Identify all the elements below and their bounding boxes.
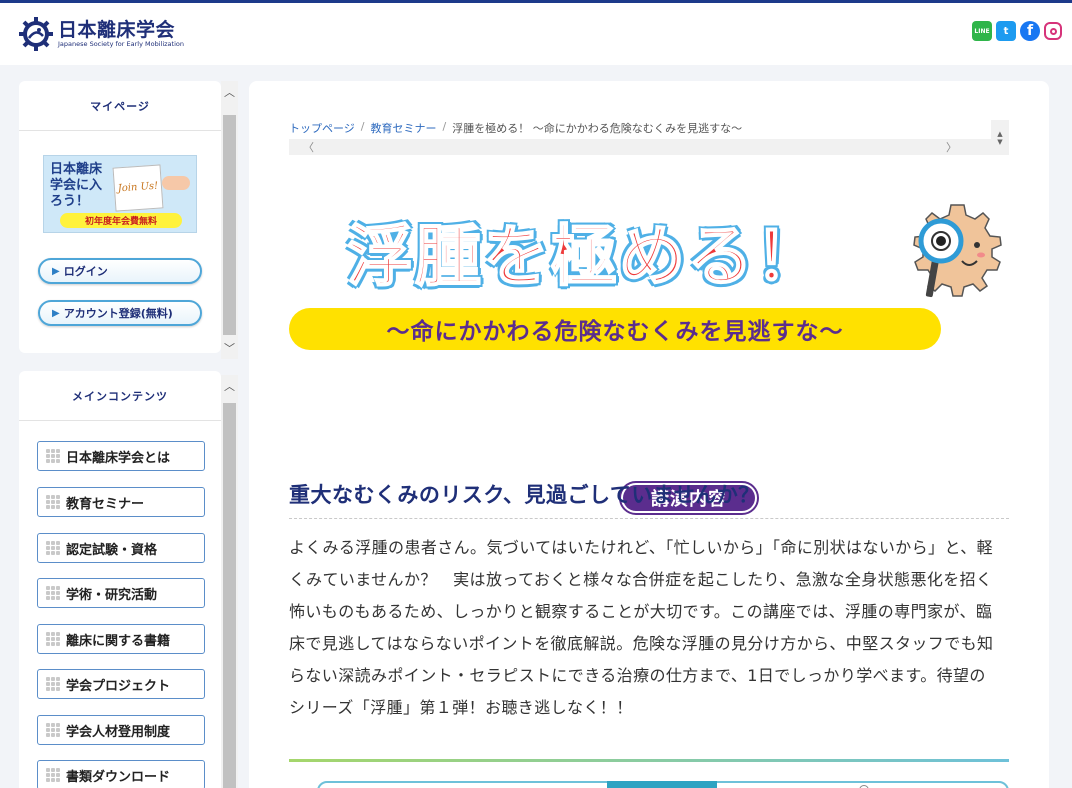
nav-item-certification[interactable]: 認定試験・資格 <box>37 533 205 563</box>
section-divider <box>289 759 1009 762</box>
breadcrumb-horizontal-scrollbar[interactable]: 〈 〉 <box>289 139 991 155</box>
nav-item-research[interactable]: 学術・研究活動 <box>37 578 205 608</box>
grid-dots-icon <box>46 768 60 782</box>
mypage-panel: マイページ 日本離床学会に入ろう！ Join Us! 初年度年会費無料 ▶ ログ… <box>19 81 221 353</box>
scroll-up-icon[interactable]: ︿ <box>221 375 238 397</box>
register-button-label: アカウント登録(無料) <box>63 307 173 320</box>
nav-item-about[interactable]: 日本離床学会とは <box>37 441 205 471</box>
nav-item-downloads[interactable]: 書類ダウンロード <box>37 760 205 788</box>
register-button[interactable]: ▶ アカウント登録(無料) <box>38 300 202 326</box>
nav-item-books[interactable]: 離床に関する書籍 <box>37 624 205 654</box>
site-header: 日本離床学会 Japanese Society for Early Mobili… <box>0 3 1072 65</box>
seminar-description: よくみる浮腫の患者さん。気づいてはいたけれど、「忙しいから」「命に別状はないから… <box>289 538 994 717</box>
main-contents-panel: メインコンテンツ 日本離床学会とは 教育セミナー 認定試験・資格 学術・研究活動… <box>19 371 221 788</box>
twitter-icon[interactable]: t <box>996 21 1016 41</box>
join-free-label: 初年度年会費無料 <box>60 213 182 228</box>
gear-character-magnifier-icon <box>913 204 1002 298</box>
line-icon[interactable]: LINE <box>972 21 992 41</box>
login-button-label: ログイン <box>63 265 108 278</box>
scroll-down-icon[interactable]: ▼ <box>997 138 1002 146</box>
grid-dots-icon <box>46 723 60 737</box>
hero-subtitle: ～命にかかわる危険なむくみを見逃すな～ <box>289 308 941 350</box>
nav-item-label: 離床に関する書籍 <box>66 633 171 649</box>
breadcrumb-vertical-scrollbar[interactable]: ▲ ▼ <box>991 120 1009 155</box>
scroll-up-icon[interactable]: ▲ <box>997 130 1002 138</box>
hero-title: 浮腫を極める！ <box>346 217 823 296</box>
nav-item-seminar[interactable]: 教育セミナー <box>37 487 205 517</box>
grid-dots-icon <box>46 541 60 555</box>
main-contents-scrollbar[interactable]: ︿ <box>221 375 238 788</box>
nav-item-projects[interactable]: 学会プロジェクト <box>37 669 205 699</box>
main-contents-scroll-thumb[interactable] <box>223 403 236 788</box>
gear-logo-icon <box>19 17 53 51</box>
logo-japanese-text: 日本離床学会 <box>58 18 176 41</box>
scroll-up-icon[interactable]: ︿ <box>221 81 238 103</box>
triangle-right-icon: ▶ <box>52 265 60 277</box>
grid-dots-icon <box>46 677 60 691</box>
instagram-icon[interactable] <box>1044 22 1062 40</box>
scroll-down-icon[interactable]: ﹀ <box>221 337 238 359</box>
grid-dots-icon <box>46 495 60 509</box>
mypage-scrollbar[interactable]: ︿ ﹀ <box>221 81 238 359</box>
nav-item-label: 書類ダウンロード <box>66 769 171 785</box>
logo-english-text: Japanese Society for Early Mobilization <box>58 39 184 48</box>
program-tab <box>607 781 717 788</box>
grid-dots-icon <box>46 632 60 646</box>
seminar-hero-banner: 浮腫を極める！ ～命にかかわる危険なむくみを見逃すな～ 講演内容 <box>289 191 1009 515</box>
mypage-title: マイページ <box>19 81 221 131</box>
login-button[interactable]: ▶ ログイン <box>38 258 202 284</box>
nav-item-label: 教育セミナー <box>66 496 145 512</box>
nav-item-label: 日本離床学会とは <box>66 450 171 466</box>
facebook-icon[interactable]: f <box>1020 21 1040 41</box>
site-logo[interactable]: 日本離床学会 Japanese Society for Early Mobili… <box>18 16 184 52</box>
grid-dots-icon <box>46 449 60 463</box>
nav-item-label: 学会プロジェクト <box>66 678 171 694</box>
main-content: トップページ / 教育セミナー / 浮腫を極める！ ～命にかかわる危険なむくみを… <box>249 81 1049 788</box>
join-us-card: Join Us! <box>112 164 164 212</box>
nav-item-recruitment[interactable]: 学会人材登用制度 <box>37 715 205 745</box>
section-heading: 重大なむくみのリスク、見過ごしていませんか？ <box>289 479 1009 519</box>
social-links: LINE t f <box>968 21 1062 41</box>
triangle-right-icon: ▶ <box>52 307 60 319</box>
join-banner[interactable]: 日本離床学会に入ろう！ Join Us! 初年度年会費無料 <box>43 155 197 233</box>
grid-dots-icon <box>46 586 60 600</box>
nav-item-label: 学術・研究活動 <box>66 587 158 603</box>
scroll-right-icon[interactable]: 〉 <box>946 139 957 155</box>
mypage-scroll-thumb[interactable] <box>223 115 236 335</box>
pointing-hand-icon <box>162 176 190 190</box>
main-contents-title: メインコンテンツ <box>19 371 221 421</box>
join-banner-text: 日本離床学会に入ろう！ <box>50 162 103 209</box>
scroll-left-icon[interactable]: 〈 <box>303 139 314 155</box>
nav-item-label: 認定試験・資格 <box>66 542 158 558</box>
nav-item-label: 学会人材登用制度 <box>66 724 171 740</box>
